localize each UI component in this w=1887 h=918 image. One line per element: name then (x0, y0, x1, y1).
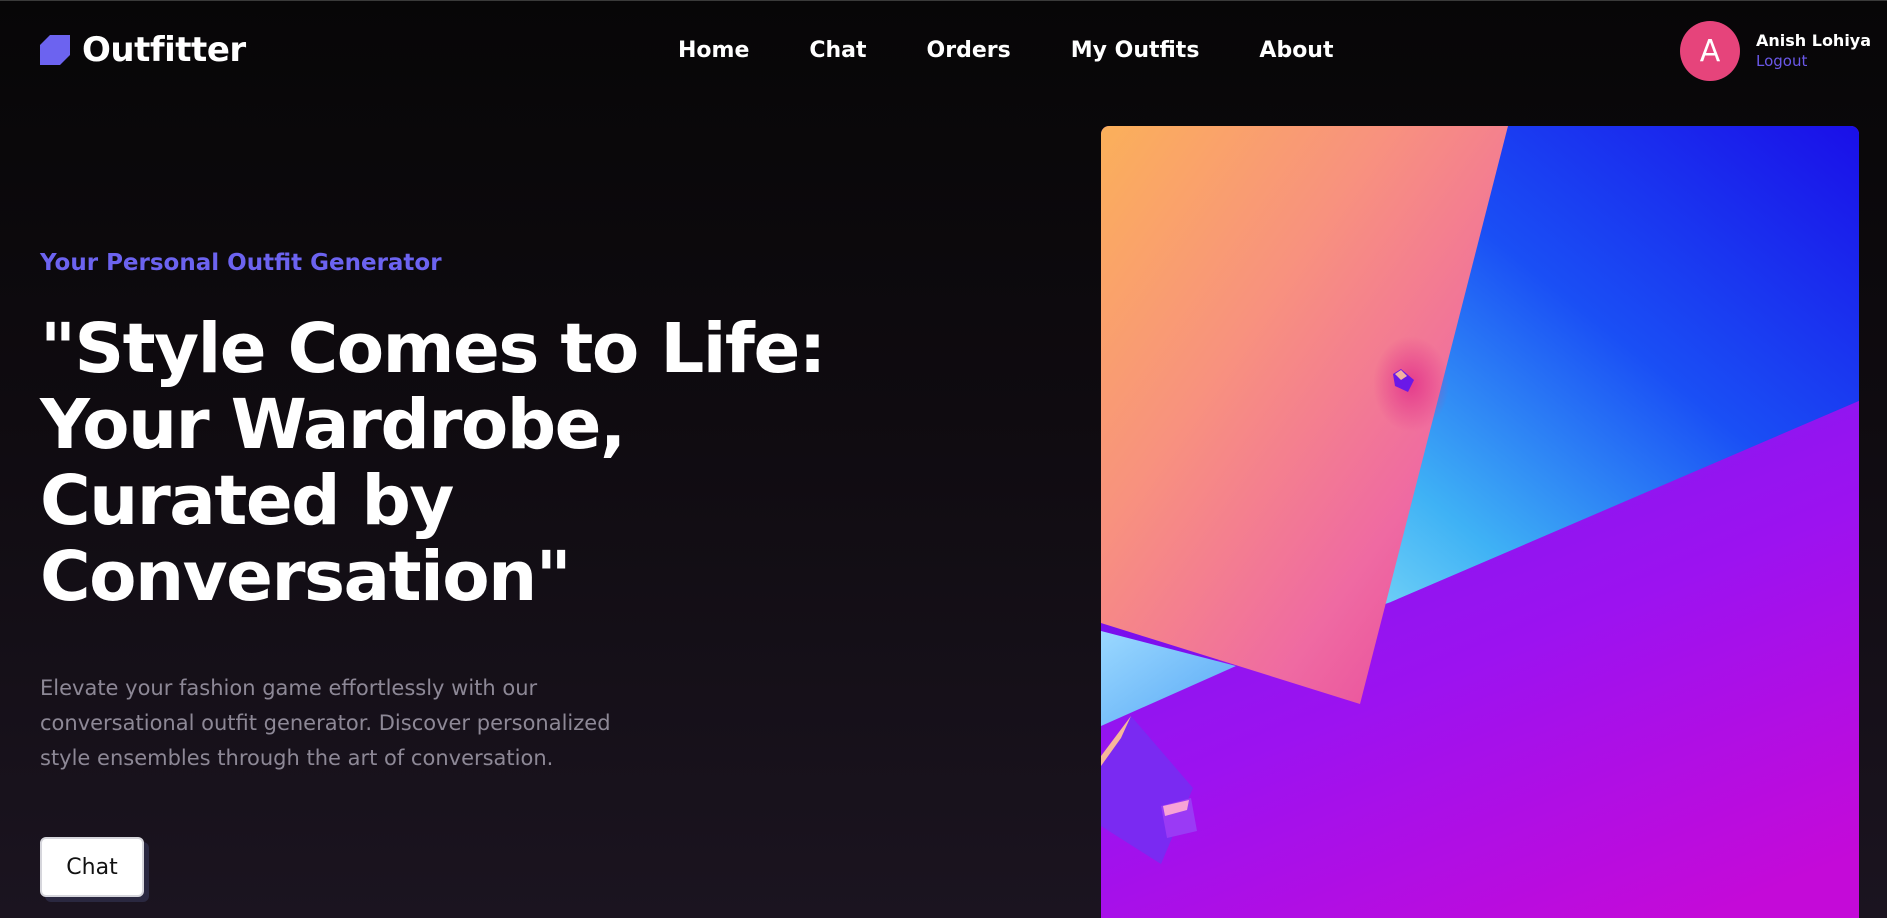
site-header: Outfitter Home Chat Orders My Outfits Ab… (0, 0, 1887, 103)
logout-link[interactable]: Logout (1756, 52, 1871, 70)
nav-home[interactable]: Home (678, 38, 749, 63)
nav-orders[interactable]: Orders (927, 38, 1011, 63)
headline-line: Conversation" (40, 537, 572, 617)
abstract-artwork (1101, 126, 1859, 918)
user-info: Anish Lohiya Logout (1756, 21, 1871, 70)
headline-line: Your Wardrobe, (40, 385, 626, 465)
hero-description: Elevate your fashion game effortlessly w… (40, 676, 611, 770)
user-menu: A Anish Lohiya Logout (1680, 21, 1871, 81)
headline-line: "Style Comes to Life: (40, 309, 826, 389)
hero-image (1101, 126, 1859, 918)
brand-name: Outfitter (82, 30, 246, 70)
hero-eyebrow: Your Personal Outfit Generator (40, 250, 442, 276)
hero-headline: "Style Comes to Life: Your Wardrobe, Cur… (40, 311, 840, 615)
brand[interactable]: Outfitter (40, 30, 246, 70)
nav-my-outfits[interactable]: My Outfits (1071, 38, 1200, 63)
user-name: Anish Lohiya (1756, 31, 1872, 50)
main-nav: Home Chat Orders My Outfits About (678, 38, 1334, 63)
headline-line: Curated by (40, 461, 454, 541)
nav-chat[interactable]: Chat (809, 38, 866, 63)
nav-about[interactable]: About (1259, 38, 1333, 63)
avatar[interactable]: A (1680, 21, 1740, 81)
logo-icon (40, 35, 70, 65)
chat-cta-button[interactable]: Chat (40, 837, 144, 897)
